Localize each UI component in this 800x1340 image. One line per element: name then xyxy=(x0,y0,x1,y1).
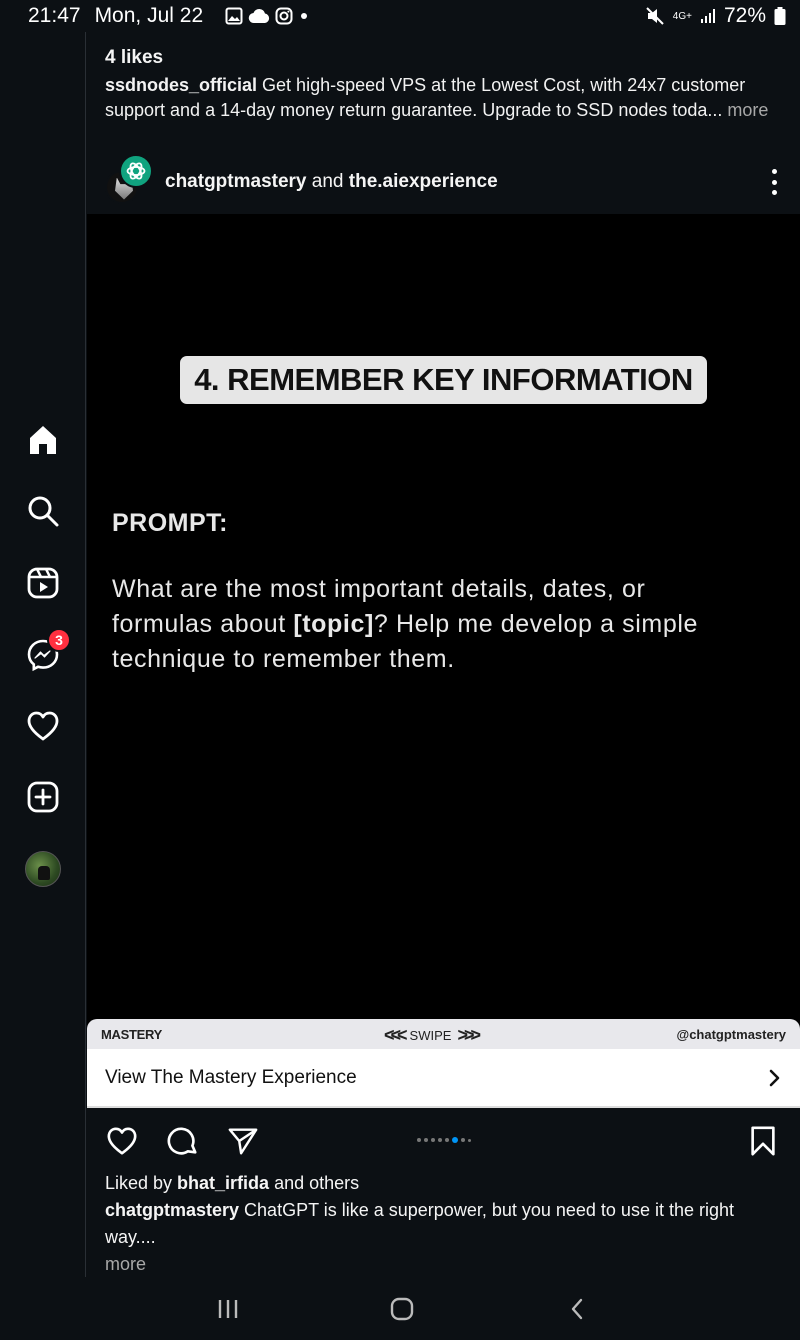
post-caption-main: chatgptmastery ChatGPT is like a superpo… xyxy=(105,1197,782,1251)
share-button[interactable] xyxy=(226,1124,260,1158)
liked-by-line[interactable]: Liked by bhat_irfida and others xyxy=(105,1170,782,1197)
dot-icon xyxy=(301,13,308,19)
recent-apps-button[interactable] xyxy=(213,1295,243,1323)
nav-messages[interactable]: 3 xyxy=(23,628,71,675)
liked-user[interactable]: bhat_irfida xyxy=(177,1173,269,1193)
post-caption: ssdnodes_official Get high-speed VPS at … xyxy=(105,73,782,123)
nav-search[interactable] xyxy=(23,491,63,531)
cloud-icon xyxy=(248,8,270,24)
send-icon xyxy=(228,1128,258,1155)
prompt-label: PROMPT: xyxy=(112,509,228,537)
cta-link[interactable]: View The Mastery Experience xyxy=(87,1049,800,1108)
profile-avatar xyxy=(25,851,61,887)
nav-home[interactable] xyxy=(23,420,63,460)
slide-heading: 4. REMEMBER KEY INFORMATION xyxy=(180,356,707,404)
caption-author-main[interactable]: chatgptmastery xyxy=(105,1200,239,1220)
like-button[interactable] xyxy=(105,1124,139,1158)
like-count[interactable]: 4 likes xyxy=(105,47,782,69)
post-image[interactable]: 4. REMEMBER KEY INFORMATION PROMPT: What… xyxy=(87,214,800,1049)
more-options-icon[interactable] xyxy=(770,169,778,195)
openai-logo-icon xyxy=(126,161,146,180)
author-name-2[interactable]: the.aiexperience xyxy=(349,171,498,192)
battery-percent: 72% xyxy=(723,4,766,27)
create-icon xyxy=(27,781,59,813)
comment-icon xyxy=(167,1127,197,1155)
sidebar-nav: 3 xyxy=(0,32,86,1277)
author-avatars[interactable] xyxy=(105,153,157,208)
home-pill-icon xyxy=(390,1297,414,1321)
chevrons-left-icon: <<< xyxy=(384,1025,407,1045)
previous-post: 4 likes ssdnodes_official Get high-speed… xyxy=(87,32,800,149)
caption-more-link-main[interactable]: more xyxy=(105,1251,782,1278)
feed: 4 likes ssdnodes_official Get high-speed… xyxy=(87,32,800,1278)
caption-author[interactable]: ssdnodes_official xyxy=(105,75,257,95)
back-icon xyxy=(571,1298,583,1320)
author-name-1[interactable]: chatgptmastery xyxy=(165,171,307,192)
author-joiner: and xyxy=(306,170,349,192)
heart-icon xyxy=(27,711,59,741)
signal-icon xyxy=(700,9,715,23)
strip-handle: @chatgptmastery xyxy=(676,1026,786,1042)
post-actions xyxy=(87,1108,800,1170)
comment-button[interactable] xyxy=(166,1124,200,1158)
gallery-icon xyxy=(225,7,243,25)
heart-outline-icon xyxy=(107,1127,137,1155)
post-header: chatgptmastery and the.aiexperience xyxy=(87,149,800,214)
prompt-topic: [topic] xyxy=(293,610,374,638)
status-bar: 21:47 Mon, Jul 22 4G+ 72% xyxy=(0,0,800,32)
chevron-right-icon xyxy=(769,1069,780,1086)
strip-brand: MASTERY xyxy=(101,1026,162,1042)
instagram-icon xyxy=(275,7,293,25)
reels-icon xyxy=(27,567,59,599)
post-authors: chatgptmastery and the.aiexperience xyxy=(165,171,498,193)
status-date: Mon, Jul 22 xyxy=(94,4,204,27)
prompt-text: What are the most important details, dat… xyxy=(112,575,699,673)
carousel-indicator xyxy=(417,1137,471,1143)
network-type: 4G+ xyxy=(672,10,692,22)
home-button[interactable] xyxy=(387,1295,417,1323)
home-icon xyxy=(30,426,56,454)
recent-apps-icon xyxy=(218,1300,238,1318)
system-nav-bar xyxy=(0,1277,800,1340)
save-button[interactable] xyxy=(746,1124,780,1158)
author-avatar-aiexperience xyxy=(119,153,153,188)
back-button[interactable] xyxy=(562,1295,592,1323)
strip-swipe: <<< SWIPE >>> xyxy=(384,1025,481,1045)
nav-profile[interactable] xyxy=(23,849,63,889)
status-time: 21:47 xyxy=(28,4,81,27)
bookmark-icon xyxy=(751,1126,775,1156)
search-icon xyxy=(28,496,59,527)
cta-label: View The Mastery Experience xyxy=(105,1066,357,1088)
nav-reels[interactable] xyxy=(23,563,63,603)
nav-create[interactable] xyxy=(23,777,63,817)
mute-icon xyxy=(646,7,664,25)
slide-footer-strip: MASTERY <<< SWIPE >>> @chatgptmastery xyxy=(87,1019,800,1049)
messages-badge: 3 xyxy=(47,628,71,652)
caption-more-link[interactable]: more xyxy=(722,100,768,120)
chevrons-right-icon: >>> xyxy=(457,1025,480,1045)
likes-summary: Liked by bhat_irfida and others chatgptm… xyxy=(87,1170,800,1278)
battery-icon xyxy=(774,7,786,25)
nav-notifications[interactable] xyxy=(23,706,63,746)
